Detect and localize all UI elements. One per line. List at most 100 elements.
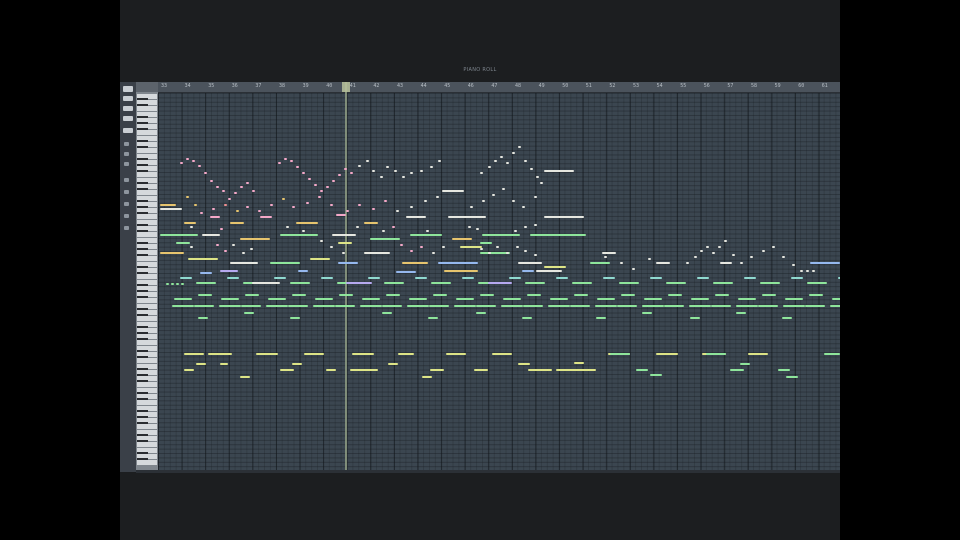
- midi-note[interactable]: [402, 176, 405, 178]
- white-key[interactable]: [137, 190, 157, 195]
- midi-note[interactable]: [518, 146, 521, 148]
- midi-note[interactable]: [232, 244, 235, 246]
- midi-note[interactable]: [230, 262, 258, 264]
- midi-note[interactable]: [713, 282, 733, 284]
- midi-note[interactable]: [364, 222, 378, 224]
- midi-note[interactable]: [762, 294, 776, 296]
- midi-note[interactable]: [556, 277, 568, 279]
- midi-note[interactable]: [522, 317, 532, 319]
- midi-note[interactable]: [321, 277, 333, 279]
- midi-note[interactable]: [546, 234, 586, 236]
- midi-note[interactable]: [224, 204, 227, 206]
- white-key[interactable]: [137, 274, 157, 279]
- midi-note[interactable]: [433, 294, 447, 296]
- midi-note[interactable]: [410, 250, 413, 252]
- midi-note[interactable]: [442, 190, 464, 192]
- midi-note[interactable]: [396, 210, 399, 212]
- midi-note[interactable]: [666, 282, 686, 284]
- midi-note[interactable]: [514, 230, 517, 232]
- midi-note[interactable]: [224, 250, 227, 252]
- playhead-marker[interactable]: [342, 82, 350, 92]
- midi-note[interactable]: [372, 170, 375, 172]
- midi-note[interactable]: [540, 182, 543, 184]
- white-key[interactable]: [137, 172, 157, 177]
- midi-note[interactable]: [436, 196, 439, 198]
- midi-note[interactable]: [424, 200, 427, 202]
- midi-note[interactable]: [268, 298, 286, 300]
- midi-note[interactable]: [792, 264, 795, 266]
- midi-note[interactable]: [522, 270, 534, 272]
- mute-icon[interactable]: [124, 162, 129, 166]
- midi-note[interactable]: [200, 272, 212, 274]
- midi-note[interactable]: [432, 252, 435, 254]
- white-key[interactable]: [137, 424, 157, 429]
- midi-note[interactable]: [382, 305, 402, 307]
- midi-note[interactable]: [241, 305, 261, 307]
- midi-note[interactable]: [738, 298, 756, 300]
- midi-note[interactable]: [174, 298, 192, 300]
- midi-note[interactable]: [372, 208, 375, 210]
- midi-note[interactable]: [252, 282, 280, 284]
- midi-note[interactable]: [428, 317, 438, 319]
- midi-note[interactable]: [286, 226, 289, 228]
- midi-note[interactable]: [548, 305, 570, 307]
- midi-note[interactable]: [366, 160, 369, 162]
- midi-note[interactable]: [220, 270, 238, 272]
- midi-note[interactable]: [509, 277, 521, 279]
- midi-note[interactable]: [184, 353, 204, 355]
- midi-note[interactable]: [176, 283, 179, 285]
- midi-note[interactable]: [234, 192, 237, 194]
- midi-note[interactable]: [732, 254, 735, 256]
- midi-note[interactable]: [501, 305, 523, 307]
- white-key[interactable]: [137, 340, 157, 345]
- midi-note[interactable]: [806, 270, 809, 272]
- midi-note[interactable]: [266, 305, 288, 307]
- midi-note[interactable]: [230, 222, 244, 224]
- midi-note[interactable]: [176, 242, 190, 244]
- midi-note[interactable]: [198, 165, 201, 167]
- midi-note[interactable]: [171, 283, 174, 285]
- midi-note[interactable]: [315, 298, 333, 300]
- midi-note[interactable]: [496, 246, 499, 248]
- midi-note[interactable]: [736, 305, 758, 307]
- midi-note[interactable]: [544, 170, 574, 172]
- midi-note[interactable]: [800, 270, 803, 272]
- midi-note[interactable]: [476, 228, 479, 230]
- midi-note[interactable]: [240, 238, 270, 240]
- midi-note[interactable]: [180, 162, 183, 164]
- midi-note[interactable]: [488, 282, 512, 284]
- midi-note[interactable]: [160, 204, 176, 206]
- midi-note[interactable]: [360, 305, 382, 307]
- midi-note[interactable]: [180, 277, 192, 279]
- midi-note[interactable]: [724, 240, 727, 242]
- midi-note[interactable]: [807, 282, 827, 284]
- midi-note[interactable]: [474, 369, 488, 371]
- midi-note[interactable]: [527, 294, 541, 296]
- midi-note[interactable]: [270, 204, 273, 206]
- midi-note[interactable]: [221, 298, 239, 300]
- white-key[interactable]: [137, 106, 157, 111]
- midi-note[interactable]: [160, 234, 198, 236]
- midi-note[interactable]: [219, 305, 241, 307]
- midi-note[interactable]: [462, 277, 474, 279]
- playhead-line[interactable]: [345, 82, 347, 472]
- midi-note[interactable]: [409, 298, 427, 300]
- midi-note[interactable]: [216, 244, 219, 246]
- midi-note[interactable]: [809, 294, 823, 296]
- midi-note[interactable]: [536, 270, 562, 272]
- midi-note[interactable]: [216, 186, 219, 188]
- midi-note[interactable]: [346, 210, 349, 212]
- midi-note[interactable]: [706, 353, 726, 355]
- tool-icon[interactable]: [123, 116, 133, 121]
- midi-note[interactable]: [222, 190, 225, 192]
- white-key[interactable]: [137, 442, 157, 447]
- midi-note[interactable]: [524, 250, 527, 252]
- midi-note[interactable]: [290, 317, 300, 319]
- midi-note[interactable]: [785, 298, 803, 300]
- midi-note[interactable]: [394, 170, 397, 172]
- midi-note[interactable]: [422, 376, 432, 378]
- midi-note[interactable]: [805, 305, 825, 307]
- midi-note[interactable]: [250, 248, 253, 250]
- midi-note[interactable]: [410, 172, 413, 174]
- midi-note[interactable]: [346, 282, 372, 284]
